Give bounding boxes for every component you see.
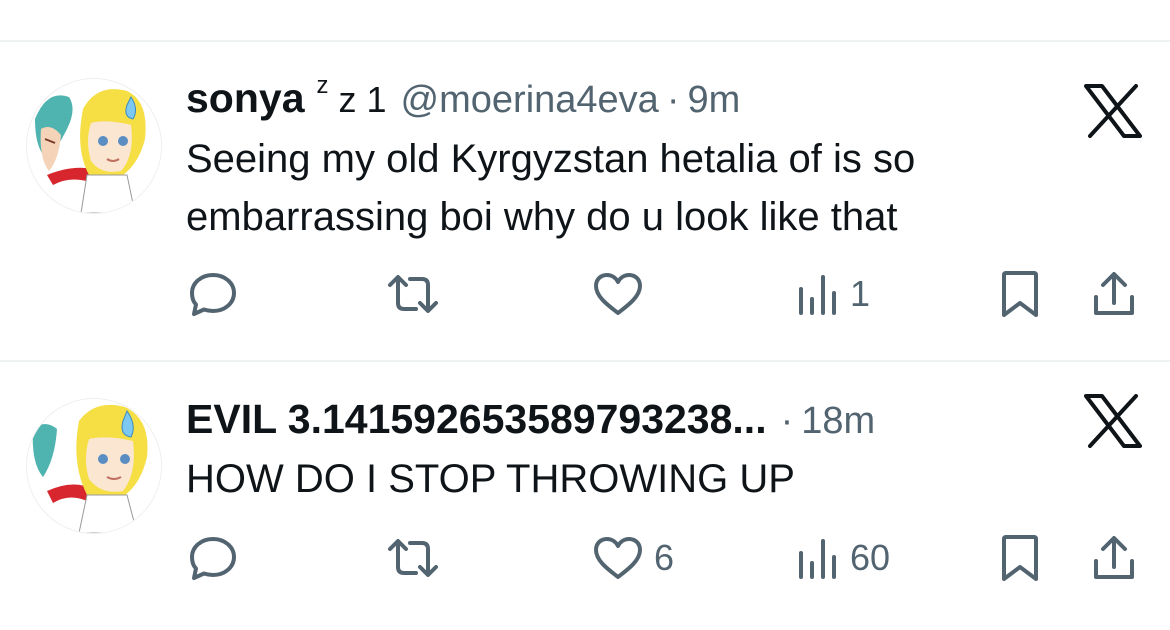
- share-icon: [1094, 272, 1134, 315]
- views-chart-icon: [799, 539, 836, 579]
- separator-dot: ·: [780, 400, 794, 442]
- repost-button[interactable]: [384, 528, 452, 588]
- views-button[interactable]: 60: [796, 528, 890, 588]
- tweet-header: EVIL 3.14159265358979323​8... · 18m: [186, 396, 875, 446]
- heart-icon: [594, 537, 642, 579]
- bookmark-button[interactable]: [998, 528, 1042, 588]
- reply-button[interactable]: [188, 528, 248, 588]
- timestamp[interactable]: 18m: [801, 400, 875, 443]
- views-count: 1: [850, 273, 871, 314]
- repost-icon: [388, 275, 438, 313]
- x-logo-icon[interactable]: [1084, 84, 1142, 138]
- tweet-text: HOW DO I STOP THROWING UP: [186, 450, 1086, 508]
- tweet-text-line: HOW DO I STOP THROWING UP: [186, 457, 795, 501]
- views-button[interactable]: 1: [796, 264, 870, 324]
- repost-icon: [388, 539, 438, 577]
- share-button[interactable]: [1090, 264, 1138, 324]
- bookmark-icon: [1002, 271, 1038, 317]
- tweet-text: Seeing my old Kyrgyzstan hetalia of is s…: [186, 130, 1086, 246]
- avatar-image: [27, 399, 161, 533]
- tweet-text-line: Seeing my old Kyrgyzstan hetalia of is s…: [186, 137, 916, 181]
- tweet-actions: 6 60: [0, 528, 1170, 588]
- reply-icon: [190, 273, 236, 316]
- tweet-actions: 1: [0, 264, 1170, 324]
- display-name[interactable]: sonya: [186, 75, 305, 122]
- name-suffix-superscript: z: [316, 72, 329, 99]
- x-logo-icon[interactable]: [1084, 394, 1142, 448]
- bookmark-button[interactable]: [998, 264, 1042, 324]
- heart-icon: [594, 273, 642, 315]
- share-icon: [1094, 536, 1134, 579]
- handle[interactable]: @moerina4eva: [401, 79, 659, 122]
- views-chart-icon: [799, 275, 836, 315]
- views-count: 60: [850, 537, 891, 578]
- share-button[interactable]: [1090, 528, 1138, 588]
- tweet-header: sonya z z 1 @moerina4eva · 9m: [186, 72, 740, 125]
- avatar-image: [27, 79, 161, 213]
- reply-icon: [190, 537, 236, 580]
- tweet[interactable]: EVIL 3.14159265358979323​8... · 18m HOW …: [0, 362, 1170, 630]
- separator-dot: ·: [666, 79, 680, 121]
- repost-button[interactable]: [384, 264, 452, 324]
- tweet[interactable]: sonya z z 1 @moerina4eva · 9m Seeing my …: [0, 42, 1170, 362]
- like-button[interactable]: 6: [592, 528, 674, 588]
- like-button[interactable]: [592, 264, 654, 324]
- avatar[interactable]: [26, 78, 162, 214]
- bookmark-icon: [1002, 535, 1038, 581]
- name-suffix-text: z 1: [338, 79, 387, 120]
- tweet-text-line: embarrassing boi why do u look like that: [186, 195, 898, 239]
- avatar[interactable]: [26, 398, 162, 534]
- name-emoji-suffix: z z 1: [317, 72, 387, 121]
- display-name[interactable]: EVIL 3.14159265358979323​8...: [186, 396, 767, 443]
- like-count: 6: [654, 537, 675, 578]
- timestamp[interactable]: 9m: [687, 79, 740, 122]
- reply-button[interactable]: [188, 264, 248, 324]
